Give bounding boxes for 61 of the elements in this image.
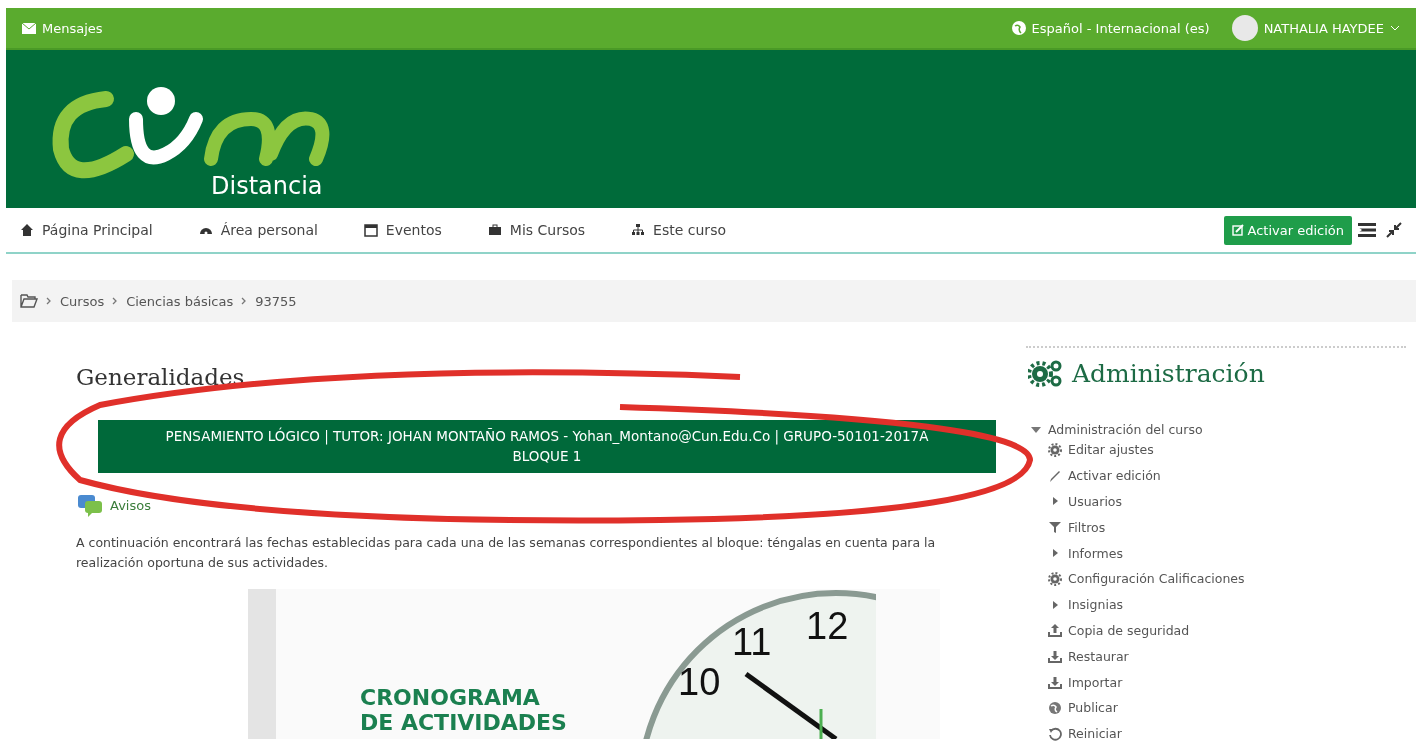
chevron-icon <box>241 297 248 305</box>
tree-item[interactable]: Insignias <box>1068 597 1124 613</box>
breadcrumb-link[interactable]: Cursos <box>60 293 105 309</box>
caret-icon[interactable] <box>1030 424 1042 435</box>
globe-icon <box>1011 21 1026 35</box>
banner-text: PENSAMIENTO LÓGICO | TUTOR: JOHAN MONTAÑO RAMOS - Yohan_Montano@Cun.Edu.Co | GRUPO-50101-2017A <box>164 426 930 447</box>
home-icon <box>20 223 34 237</box>
nav-link[interactable]: Eventos <box>385 222 442 238</box>
block-title: Administración <box>1072 358 1265 388</box>
clock-number: 12 <box>806 606 849 645</box>
tree-item[interactable]: Copia de seguridad <box>1068 622 1190 638</box>
list-toggle-icon[interactable] <box>1358 223 1376 237</box>
globe-icon <box>1048 700 1062 715</box>
sitemap-icon <box>631 223 646 237</box>
tree-item[interactable]: Usuarios <box>1068 494 1123 509</box>
tree-item[interactable]: Configuración Calificaciones <box>1068 571 1245 587</box>
tree-item[interactable]: Restaurar <box>1068 648 1129 664</box>
avatar <box>1231 15 1258 41</box>
caret-icon[interactable] <box>1390 25 1400 31</box>
banner-text: BLOQUE 1 <box>511 447 583 467</box>
reset-icon <box>1048 726 1062 741</box>
calendar-icon <box>363 223 378 237</box>
tree-item[interactable]: Informes <box>1068 545 1123 561</box>
edit-icon <box>1231 224 1244 236</box>
image-title: DE ACTIVIDADES <box>360 709 567 736</box>
nav-link[interactable]: Página Principal <box>42 222 153 238</box>
tree-item[interactable]: Activar edición <box>1068 468 1161 484</box>
chevron-icon <box>46 297 52 305</box>
chevron-icon <box>112 297 119 305</box>
clock-number: 11 <box>732 622 772 661</box>
gear-icon <box>1048 571 1062 586</box>
briefcase-icon <box>487 223 502 237</box>
pencil-icon <box>1048 468 1062 483</box>
download-icon <box>1048 649 1062 664</box>
download-icon <box>1048 675 1062 690</box>
collapse-icon[interactable] <box>1386 222 1402 238</box>
nav-link[interactable]: Mis Cursos <box>509 222 586 238</box>
nav-link[interactable]: Área personal <box>220 222 318 238</box>
breadcrumb-link[interactable]: Ciencias básicas <box>126 293 234 309</box>
filter-icon <box>1048 520 1062 535</box>
tree-item[interactable]: Administración del curso <box>1048 422 1203 437</box>
tree-item[interactable]: Filtros <box>1068 519 1106 535</box>
tree-item[interactable]: Importar <box>1068 674 1123 690</box>
folder-icon[interactable] <box>20 294 38 308</box>
tree-item[interactable]: Editar ajustes <box>1068 442 1154 458</box>
intro-text: A continuación encontrará las fechas establecidas para cada una de las semanas correspondientes al bloque: téngalas en cuenta para la realización oportuna de sus actividades. <box>76 533 937 572</box>
logo[interactable]: Distancia <box>36 59 336 199</box>
chat-icon <box>78 494 102 517</box>
upload-icon <box>1048 623 1062 638</box>
gears-icon <box>1028 358 1064 388</box>
forum-link[interactable]: Avisos <box>110 498 151 513</box>
tree-item[interactable]: Reiniciar <box>1068 726 1122 742</box>
envelope-icon <box>22 22 36 34</box>
tree-item[interactable]: Publicar <box>1068 700 1118 716</box>
clock-number: 10 <box>678 662 721 701</box>
section-title: Generalidades <box>76 364 246 390</box>
image-title: CRONOGRAMA <box>360 684 541 710</box>
breadcrumb-link[interactable]: 93755 <box>255 293 297 309</box>
gear-icon <box>1048 442 1062 457</box>
edit-button[interactable]: Activar edición <box>1223 215 1352 245</box>
nav-link[interactable]: Este curso <box>653 222 726 238</box>
